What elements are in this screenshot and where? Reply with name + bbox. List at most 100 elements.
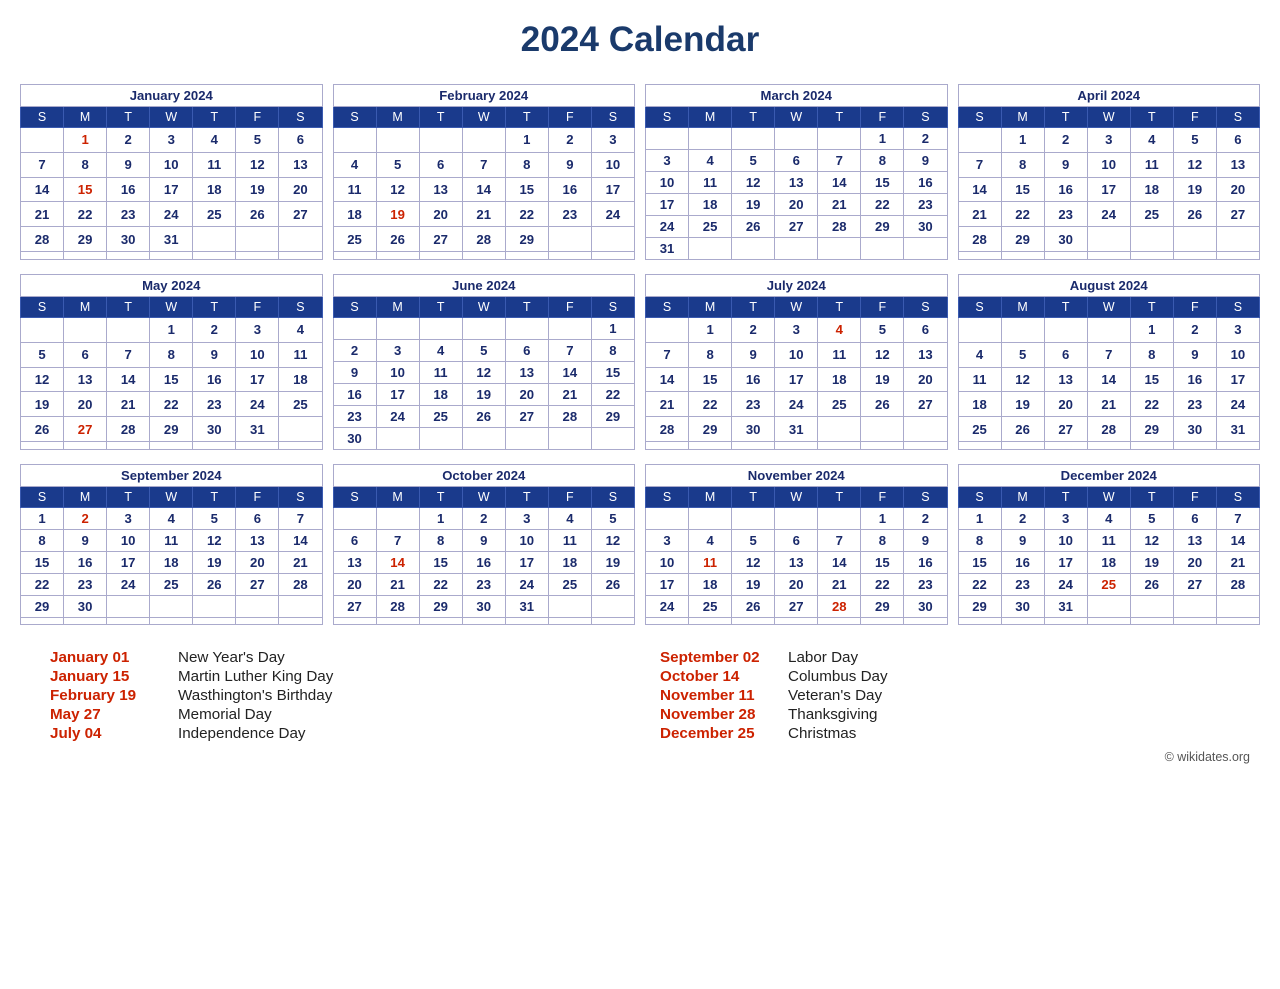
holiday-date: February 19 xyxy=(50,687,160,704)
calendar-day: 22 xyxy=(689,392,732,417)
calendar-day: 8 xyxy=(150,342,193,367)
month-table-6: June 2024SMTWTFS123456789101112131415161… xyxy=(333,274,636,450)
calendar-day: 1 xyxy=(505,128,548,153)
calendar-day: 7 xyxy=(376,530,419,552)
calendar-day xyxy=(646,128,689,150)
calendar-day: 28 xyxy=(21,227,64,252)
calendar-day: 15 xyxy=(1001,177,1044,202)
calendar-day xyxy=(904,238,947,260)
holiday-name: Thanksgiving xyxy=(788,706,878,723)
calendar-day xyxy=(376,128,419,153)
calendar-day-empty xyxy=(236,442,279,450)
calendars-grid: January 2024SMTWTFS123456789101112131415… xyxy=(20,84,1260,625)
calendar-day: 21 xyxy=(818,574,861,596)
calendar-day: 19 xyxy=(21,392,64,417)
calendar-day: 27 xyxy=(333,596,376,618)
month-table-9: September 2024SMTWTFS1234567891011121314… xyxy=(20,464,323,625)
calendar-day: 6 xyxy=(1044,342,1087,367)
calendar-day xyxy=(505,428,548,450)
calendar-day: 15 xyxy=(1130,367,1173,392)
day-header: S xyxy=(958,487,1001,508)
calendar-day: 15 xyxy=(861,172,904,194)
calendar-day: 9 xyxy=(1001,530,1044,552)
calendar-day: 21 xyxy=(107,392,150,417)
calendar-day: 2 xyxy=(1173,318,1216,343)
calendar-day xyxy=(775,128,818,150)
calendar-day: 26 xyxy=(462,406,505,428)
day-header: S xyxy=(646,487,689,508)
calendar-day: 7 xyxy=(21,152,64,177)
calendar-day-empty xyxy=(150,618,193,625)
calendar-day: 27 xyxy=(64,417,107,442)
calendar-day: 14 xyxy=(107,367,150,392)
calendar-day: 23 xyxy=(193,392,236,417)
calendar-day-empty xyxy=(376,618,419,625)
calendar-day: 4 xyxy=(419,340,462,362)
calendar-day: 2 xyxy=(1044,128,1087,153)
day-header: S xyxy=(333,487,376,508)
month-table-2: February 2024SMTWTFS12345678910111213141… xyxy=(333,84,636,260)
calendar-day: 4 xyxy=(1130,128,1173,153)
calendar-day: 25 xyxy=(689,596,732,618)
calendar-day: 5 xyxy=(21,342,64,367)
copyright: © wikidates.org xyxy=(20,750,1260,764)
day-header: M xyxy=(376,107,419,128)
calendar-day xyxy=(1087,596,1130,618)
calendar-day: 19 xyxy=(1173,177,1216,202)
calendar-day: 7 xyxy=(958,152,1001,177)
day-header: F xyxy=(861,107,904,128)
calendar-day: 30 xyxy=(333,428,376,450)
calendar-day: 10 xyxy=(775,342,818,367)
calendar-day: 2 xyxy=(904,508,947,530)
calendar-day: 19 xyxy=(462,384,505,406)
day-header: F xyxy=(236,107,279,128)
calendar-day: 14 xyxy=(646,367,689,392)
calendar-day: 23 xyxy=(107,202,150,227)
calendar-day xyxy=(591,227,634,252)
calendar-day: 29 xyxy=(21,596,64,618)
calendar-day: 13 xyxy=(333,552,376,574)
calendar-day: 15 xyxy=(419,552,462,574)
calendar-day: 5 xyxy=(462,340,505,362)
calendar-day-empty xyxy=(861,618,904,625)
month-table-5: May 2024SMTWTFS1234567891011121314151617… xyxy=(20,274,323,450)
calendar-day: 17 xyxy=(775,367,818,392)
calendar-day xyxy=(236,227,279,252)
calendar-day-empty xyxy=(107,618,150,625)
day-header: W xyxy=(1087,487,1130,508)
calendar-day: 12 xyxy=(193,530,236,552)
calendar-day-empty xyxy=(236,252,279,260)
day-header: F xyxy=(1173,297,1216,318)
day-header: T xyxy=(1130,107,1173,128)
day-header: S xyxy=(333,297,376,318)
calendar-day: 28 xyxy=(107,417,150,442)
calendar-day-empty xyxy=(21,252,64,260)
calendar-day: 3 xyxy=(150,128,193,153)
calendar-day xyxy=(193,596,236,618)
calendar-day-empty xyxy=(1216,252,1259,260)
calendar-day: 2 xyxy=(1001,508,1044,530)
day-header: W xyxy=(775,297,818,318)
calendar-day: 13 xyxy=(279,152,322,177)
day-header: W xyxy=(150,297,193,318)
calendar-day xyxy=(958,128,1001,153)
calendar-day-empty xyxy=(591,252,634,260)
calendar-day: 11 xyxy=(1087,530,1130,552)
calendar-day: 21 xyxy=(376,574,419,596)
calendar-day: 23 xyxy=(64,574,107,596)
calendar-day: 25 xyxy=(958,417,1001,442)
calendar-day: 23 xyxy=(732,392,775,417)
day-header: M xyxy=(376,487,419,508)
calendar-day: 2 xyxy=(548,128,591,153)
calendar-day xyxy=(64,318,107,343)
calendar-day: 2 xyxy=(107,128,150,153)
calendar-day: 30 xyxy=(1044,227,1087,252)
calendar-day: 27 xyxy=(1044,417,1087,442)
calendar-day: 10 xyxy=(1216,342,1259,367)
calendar-day: 10 xyxy=(646,172,689,194)
day-header: S xyxy=(279,107,322,128)
calendar-day xyxy=(646,318,689,343)
holiday-row: November 11Veteran's Day xyxy=(660,687,1230,704)
calendar-day: 17 xyxy=(236,367,279,392)
calendar-day: 25 xyxy=(1087,574,1130,596)
